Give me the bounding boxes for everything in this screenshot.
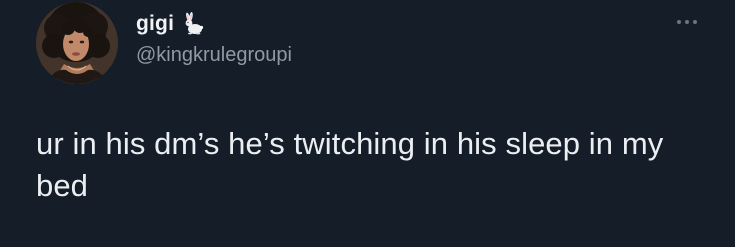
more-dot [677,20,681,24]
avatar-image [36,2,118,84]
tweet-text: ur in his dm’s he’s twitching in his sle… [36,126,664,203]
avatar[interactable] [36,2,118,84]
more-dot [685,20,689,24]
author-name-row[interactable]: gigi [136,12,204,36]
tweet-card: gigi @kingkrulegroupi ur in his dm’s he’… [0,0,735,247]
rabbit-icon [180,12,204,36]
more-horizontal-icon[interactable] [677,20,697,24]
more-dot [693,20,697,24]
user-handle[interactable]: @kingkrulegroupi [136,44,292,67]
display-name[interactable]: gigi [136,12,174,36]
